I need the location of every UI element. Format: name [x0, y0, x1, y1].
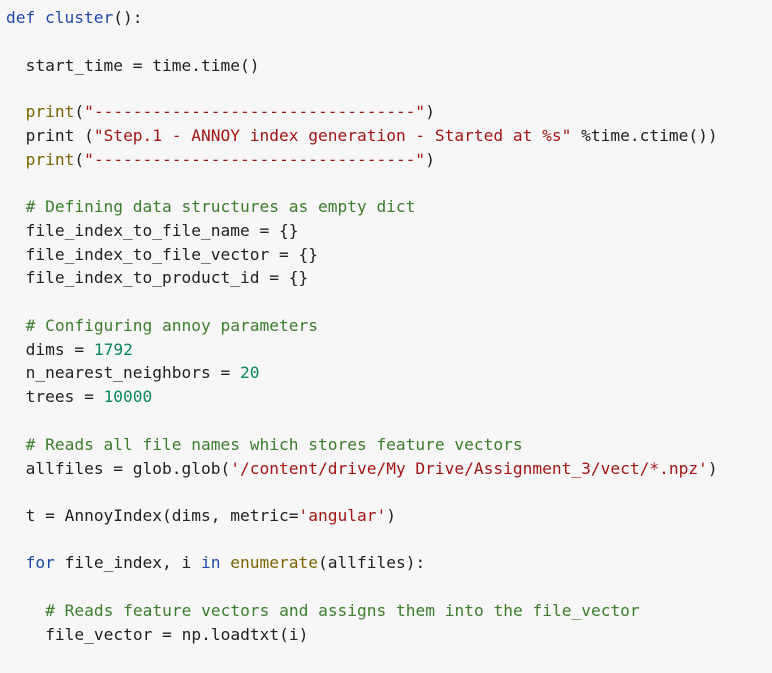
- code-token-cmt: # Defining data structures as empty dict: [25, 197, 416, 216]
- code-line: print("---------------------------------…: [26, 101, 435, 123]
- code-token-plain: %time.ctime()): [571, 126, 718, 145]
- code-token-num: 20: [240, 363, 260, 382]
- code-token-plain: n_nearest_neighbors =: [25, 363, 240, 382]
- code-token-builtin: print: [25, 150, 75, 169]
- code-token-plain: file_vector = np.loadtxt(i): [45, 625, 309, 644]
- code-token-num: 1792: [93, 340, 133, 359]
- code-token-plain: trees =: [25, 387, 104, 406]
- code-line: def cluster():: [6, 7, 142, 29]
- code-token-cmt: # Reads feature vectors and assigns them…: [45, 601, 640, 620]
- code-token-cmt: # Reads all file names which stores feat…: [25, 435, 523, 454]
- code-line: allfiles = glob.glob('/content/drive/My …: [26, 458, 718, 480]
- code-token-kw: in: [201, 553, 221, 572]
- code-token-kw: for: [25, 553, 55, 572]
- code-line: # Configuring annoy parameters: [26, 315, 318, 337]
- code-line: n_nearest_neighbors = 20: [26, 362, 260, 384]
- code-line: print("---------------------------------…: [26, 149, 435, 171]
- code-token-plain: allfiles = glob.glob(: [25, 459, 231, 478]
- code-line: # Reads feature vectors and assigns them…: [45, 600, 640, 622]
- code-token-plain: ():: [113, 8, 143, 27]
- code-line: file_index_to_file_vector = {}: [26, 244, 318, 266]
- code-token-plain: ): [425, 102, 435, 121]
- code-token-builtin: enumerate: [230, 553, 318, 572]
- code-token-plain: ): [386, 506, 396, 525]
- code-token-plain: file_index_to_file_name = {}: [25, 221, 299, 240]
- code-token-plain: dims =: [25, 340, 94, 359]
- code-line: trees = 10000: [26, 386, 153, 408]
- code-token-plain: (: [74, 150, 85, 169]
- code-token-str: "---------------------------------": [84, 102, 426, 121]
- code-line: # Defining data structures as empty dict: [26, 196, 416, 218]
- code-editor[interactable]: def cluster(): start_time = time.time() pr…: [0, 0, 772, 673]
- code-line: file_index_to_product_id = {}: [26, 267, 309, 289]
- code-line: # Reads all file names which stores feat…: [26, 434, 523, 456]
- code-token-cmt: # Configuring annoy parameters: [25, 316, 318, 335]
- code-token-plain: file_index, i: [54, 553, 202, 572]
- code-token-plain: t = AnnoyIndex(dims, metric=: [25, 506, 299, 525]
- code-line: start_time = time.time(): [26, 55, 260, 77]
- code-line: dims = 1792: [26, 339, 133, 361]
- code-token-kw: def: [6, 8, 36, 27]
- code-token-plain: file_index_to_file_vector = {}: [25, 245, 318, 264]
- code-token-plain: start_time = time.time(): [25, 56, 260, 75]
- code-token-num: 10000: [103, 387, 153, 406]
- code-token-plain: (: [74, 102, 85, 121]
- code-token-str: '/content/drive/My Drive/Assignment_3/ve…: [230, 459, 708, 478]
- code-line: for file_index, i in enumerate(allfiles)…: [26, 552, 426, 574]
- code-token-plain: ): [707, 459, 718, 478]
- code-token-plain: print (: [25, 126, 94, 145]
- code-line: print ("Step.1 - ANNOY index generation …: [26, 125, 718, 147]
- code-token-builtin: print: [25, 102, 75, 121]
- code-token-str: 'angular': [298, 506, 387, 525]
- code-line: file_vector = np.loadtxt(i): [45, 624, 308, 646]
- code-line: file_index_to_file_name = {}: [26, 220, 299, 242]
- code-token-str: "---------------------------------": [84, 150, 426, 169]
- code-token-str: "Step.1 - ANNOY index generation - Start…: [93, 126, 572, 145]
- code-token-plain: ): [425, 150, 435, 169]
- code-token-plain: (allfiles):: [318, 553, 426, 572]
- code-token-fn: cluster: [45, 8, 114, 27]
- code-token-plain: file_index_to_product_id = {}: [25, 268, 309, 287]
- code-line: t = AnnoyIndex(dims, metric='angular'): [26, 505, 396, 527]
